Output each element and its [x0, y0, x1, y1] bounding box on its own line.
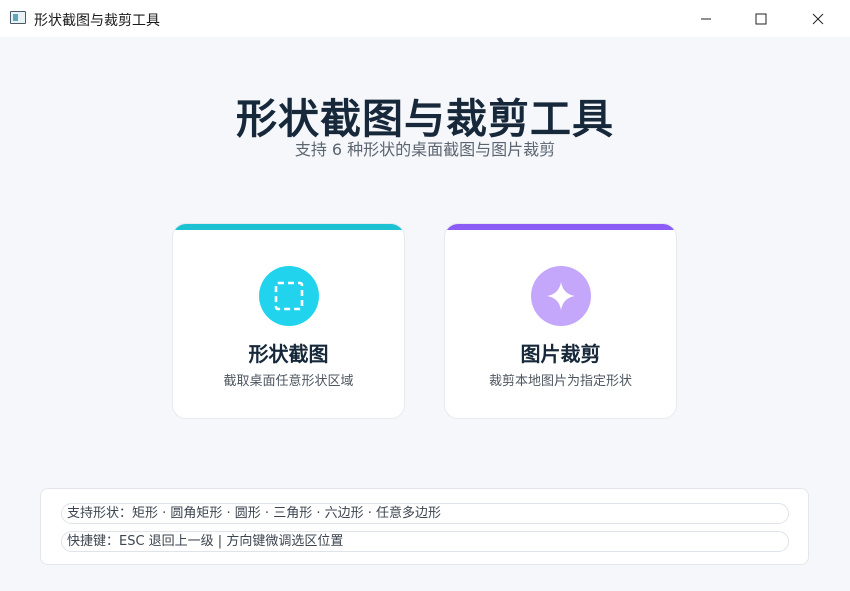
minimize-icon — [701, 18, 711, 19]
minimize-button[interactable] — [678, 0, 734, 37]
image-crop-card[interactable]: 图片裁剪 裁剪本地图片为指定形状 — [444, 223, 677, 419]
card-description: 截取桌面任意形状区域 — [223, 374, 354, 389]
supported-shapes-text: 支持形状：矩形 · 圆角矩形 · 圆形 · 三角形 · 六边形 · 任意多边形 — [61, 503, 789, 524]
maximize-icon — [755, 13, 767, 24]
card-accent-bar — [445, 224, 676, 230]
close-icon — [812, 13, 824, 24]
card-description: 裁剪本地图片为指定形状 — [488, 374, 632, 389]
sparkle-icon — [531, 266, 591, 326]
card-title: 图片裁剪 — [520, 342, 601, 366]
shortcuts-text: 快捷键：ESC 退回上一级 | 方向键微调选区位置 — [61, 531, 789, 552]
main-content: 形状截图与裁剪工具 支持 6 种形状的桌面截图与图片裁剪 形状截图 截取桌面任意… — [0, 37, 850, 591]
dashed-square-icon — [259, 266, 319, 326]
shape-screenshot-card[interactable]: 形状截图 截取桌面任意形状区域 — [172, 223, 405, 419]
window-title: 形状截图与裁剪工具 — [34, 13, 160, 29]
maximize-button[interactable] — [733, 0, 789, 37]
page-subtitle: 支持 6 种形状的桌面截图与图片裁剪 — [294, 140, 556, 159]
card-accent-bar — [173, 224, 404, 230]
close-button[interactable] — [790, 0, 846, 37]
title-bar: 形状截图与裁剪工具 — [0, 0, 850, 37]
info-panel: 支持形状：矩形 · 圆角矩形 · 圆形 · 三角形 · 六边形 · 任意多边形 … — [40, 488, 809, 565]
app-icon — [10, 11, 26, 24]
card-title: 形状截图 — [248, 342, 329, 366]
